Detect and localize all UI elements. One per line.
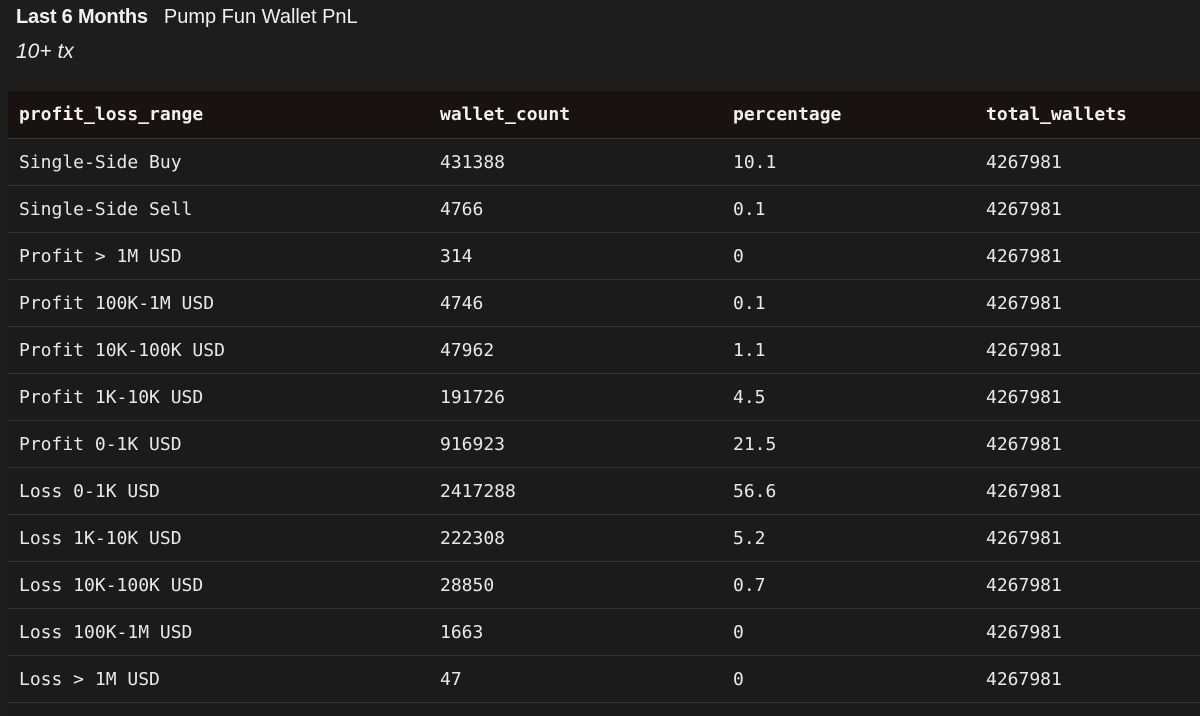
cell-profit-loss-range: Loss > 1M USD	[19, 668, 160, 690]
cell-wallet-count: 191726	[440, 386, 506, 408]
column-header-total-wallets[interactable]: total_wallets	[986, 104, 1186, 125]
results-table: profit_loss_range wallet_count percentag…	[8, 91, 1200, 716]
page: Last 6 Months Pump Fun Wallet PnL 10+ tx…	[0, 0, 1200, 716]
cell-total-wallets: 4267981	[986, 621, 1062, 643]
cell-total-wallets: 4267981	[986, 245, 1062, 267]
cell-total-wallets: 4267981	[986, 292, 1062, 314]
cell-wallet-count: 4766	[440, 198, 484, 220]
cell-total-wallets: 4267981	[986, 480, 1062, 502]
table-row: Profit 10K-100K USD 47962 1.1 4267981	[8, 327, 1200, 374]
table-row: Profit 0-1K USD 916923 21.5 4267981	[8, 421, 1200, 468]
table-row: Profit > 1M USD 314 0 4267981	[8, 233, 1200, 280]
table-row: Loss 10K-100K USD 28850 0.7 4267981	[8, 562, 1200, 609]
table-row: Loss > 1M USD 47 0 4267981	[8, 656, 1200, 703]
table-row: Loss 100K-1M USD 1663 0 4267981	[8, 609, 1200, 656]
cell-percentage: 0	[733, 668, 744, 690]
cell-profit-loss-range: Loss 100K-1M USD	[19, 621, 193, 643]
cell-percentage: 0	[733, 245, 744, 267]
cell-total-wallets: 4267981	[986, 433, 1062, 455]
column-header-percentage[interactable]: percentage	[733, 104, 986, 125]
table-row: Single-Side Sell 4766 0.1 4267981	[8, 186, 1200, 233]
table-row: Profit 100K-1M USD 4746 0.1 4267981	[8, 280, 1200, 327]
cell-wallet-count: 28850	[440, 574, 495, 596]
cell-percentage: 0.1	[733, 292, 766, 314]
header: Last 6 Months Pump Fun Wallet PnL 10+ tx	[16, 6, 1184, 64]
page-title: Last 6 Months	[16, 6, 148, 28]
cell-profit-loss-range: Loss 1K-10K USD	[19, 527, 182, 549]
cell-percentage: 1.1	[733, 339, 766, 361]
cell-total-wallets: 4267981	[986, 151, 1062, 173]
cell-percentage: 5.2	[733, 527, 766, 549]
cell-profit-loss-range: Profit 10K-100K USD	[19, 339, 225, 361]
cell-percentage: 0.1	[733, 198, 766, 220]
cell-wallet-count: 47962	[440, 339, 495, 361]
cell-profit-loss-range: Profit 0-1K USD	[19, 433, 182, 455]
table-row: Profit 1K-10K USD 191726 4.5 4267981	[8, 374, 1200, 421]
cell-profit-loss-range: Profit > 1M USD	[19, 245, 182, 267]
cell-total-wallets: 4267981	[986, 668, 1062, 690]
column-header-profit-loss-range[interactable]: profit_loss_range	[19, 104, 451, 125]
cell-profit-loss-range: Loss 0-1K USD	[19, 480, 160, 502]
page-subtitle: Pump Fun Wallet PnL	[163, 6, 358, 28]
cell-percentage: 10.1	[733, 151, 777, 173]
table-header-row: profit_loss_range wallet_count percentag…	[8, 91, 1200, 139]
cell-total-wallets: 4267981	[986, 574, 1062, 596]
column-header-wallet-count[interactable]: wallet_count	[440, 104, 733, 125]
cell-wallet-count: 314	[440, 245, 473, 267]
table-row: Loss 1K-10K USD 222308 5.2 4267981	[8, 515, 1200, 562]
cell-percentage: 21.5	[733, 433, 777, 455]
cell-total-wallets: 4267981	[986, 339, 1062, 361]
cell-profit-loss-range: Profit 1K-10K USD	[19, 386, 204, 408]
cell-wallet-count: 2417288	[440, 480, 516, 502]
cell-wallet-count: 47	[440, 668, 462, 690]
cell-total-wallets: 4267981	[986, 386, 1062, 408]
table-row: Single-Side Buy 431388 10.1 4267981	[8, 139, 1200, 186]
table-row: Loss 0-1K USD 2417288 56.6 4267981	[8, 468, 1200, 515]
cell-percentage: 4.5	[733, 386, 766, 408]
cell-total-wallets: 4267981	[986, 198, 1062, 220]
table-body: Single-Side Buy 431388 10.1 4267981 Sing…	[8, 139, 1200, 703]
cell-profit-loss-range: Profit 100K-1M USD	[19, 292, 215, 314]
cell-percentage: 56.6	[733, 480, 777, 502]
cell-percentage: 0	[733, 621, 744, 643]
cell-wallet-count: 222308	[440, 527, 506, 549]
page-subheading: 10+ tx	[16, 40, 74, 63]
cell-wallet-count: 431388	[440, 151, 506, 173]
cell-profit-loss-range: Single-Side Buy	[19, 151, 182, 173]
cell-profit-loss-range: Single-Side Sell	[19, 198, 193, 220]
cell-percentage: 0.7	[733, 574, 766, 596]
cell-wallet-count: 1663	[440, 621, 484, 643]
cell-profit-loss-range: Loss 10K-100K USD	[19, 574, 204, 596]
cell-wallet-count: 916923	[440, 433, 506, 455]
title-row: Last 6 Months Pump Fun Wallet PnL	[16, 6, 1184, 34]
cell-total-wallets: 4267981	[986, 527, 1062, 549]
cell-wallet-count: 4746	[440, 292, 484, 314]
